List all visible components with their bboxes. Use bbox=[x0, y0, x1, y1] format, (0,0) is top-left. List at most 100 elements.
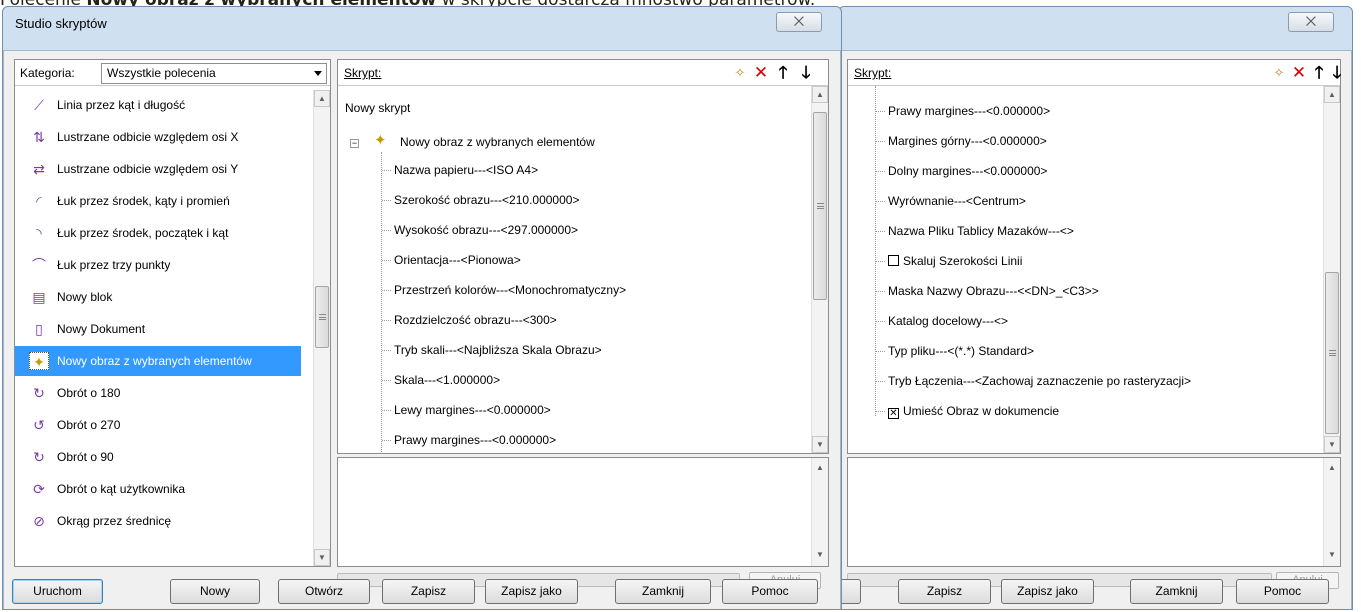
tree-branch-line bbox=[382, 320, 391, 321]
command-item[interactable]: ↻ Obrót o 180 bbox=[15, 378, 301, 408]
script-param-row[interactable]: Nazwa Pliku Tablicy Mazaków---<> bbox=[888, 223, 1074, 239]
output-scrollbar[interactable]: ▲ ▼ bbox=[1323, 458, 1340, 566]
command-item[interactable]: ◜ Łuk przez środek, kąty i promień bbox=[15, 186, 301, 216]
script-param-row[interactable]: Orientacja---<Pionowa> bbox=[394, 252, 521, 268]
command-item[interactable]: ⇅ Lustrzane odbicie względem osi X bbox=[15, 122, 301, 152]
command-item[interactable]: ⇄ Lustrzane odbicie względem osi Y bbox=[15, 154, 301, 184]
move-up-icon[interactable]: 🡑 bbox=[1310, 64, 1328, 82]
script-param-row[interactable]: Nazwa papieru---<ISO A4> bbox=[394, 162, 538, 178]
tree-branch-line bbox=[876, 351, 885, 352]
new-document-icon: ▯ bbox=[35, 321, 43, 337]
script-param-row[interactable]: Typ pliku---<(*.*) Standard> bbox=[888, 343, 1034, 359]
collapse-toggle-icon[interactable]: − bbox=[350, 139, 359, 148]
command-item[interactable]: ▯ Nowy Dokument bbox=[15, 314, 301, 344]
script-param-row[interactable]: Lewy margines---<0.000000> bbox=[394, 402, 551, 418]
output-scroll-up[interactable]: ▲ bbox=[812, 460, 828, 477]
scroll-up-button[interactable]: ▲ bbox=[812, 86, 828, 103]
scroll-thumb[interactable] bbox=[813, 112, 827, 300]
save-button[interactable]: Zapisz bbox=[382, 579, 475, 604]
save-as-button[interactable]: Zapisz jako bbox=[1001, 579, 1094, 604]
command-item[interactable]: ⌒ Łuk przez trzy punkty bbox=[15, 250, 301, 280]
command-item[interactable]: ⟋ Linia przez kąt i długość bbox=[15, 90, 301, 120]
command-label: Linia przez kąt i długość bbox=[57, 98, 186, 112]
move-down-icon[interactable]: 🡓 bbox=[797, 64, 815, 82]
new-item-icon[interactable]: ✧ bbox=[1270, 64, 1288, 82]
script-label: Skrypt: bbox=[344, 66, 382, 80]
script-param-row[interactable]: Wyrównanie---<Centrum> bbox=[888, 193, 1026, 209]
command-item[interactable]: ▤ Nowy blok bbox=[15, 282, 301, 312]
scroll-thumb[interactable] bbox=[1325, 272, 1339, 434]
output-scroll-down[interactable]: ▼ bbox=[1324, 547, 1340, 564]
category-dropdown[interactable]: Wszystkie polecenia bbox=[101, 63, 327, 84]
command-item[interactable]: ✦ Nowy obraz z wybranych elementów bbox=[15, 346, 301, 376]
script-param-text: Umieść Obraz w dokumencie bbox=[903, 404, 1060, 418]
command-item[interactable]: ⟳ Obrót o kąt użytkownika bbox=[15, 474, 301, 504]
script-param-row[interactable]: Wysokość obrazu---<297.000000> bbox=[394, 222, 578, 238]
scroll-thumb[interactable] bbox=[315, 286, 329, 348]
command-item[interactable]: ⊘ Okrąg przez średnicę bbox=[15, 506, 301, 536]
output-scroll-down[interactable]: ▼ bbox=[812, 547, 828, 564]
tree-branch-line bbox=[876, 111, 885, 112]
script-param-row[interactable]: Tryb Łączenia---<Zachowaj zaznaczenie po… bbox=[888, 373, 1191, 389]
vertical-scrollbar[interactable]: ▲ ▼ bbox=[811, 86, 828, 453]
mirror-y-icon: ⇄ bbox=[33, 161, 45, 177]
save-button[interactable]: Zapisz bbox=[898, 579, 991, 604]
checkbox-unchecked[interactable] bbox=[888, 255, 899, 266]
scroll-down-button[interactable]: ▼ bbox=[1324, 436, 1340, 453]
move-down-icon[interactable]: 🡓 bbox=[1328, 64, 1346, 82]
script-param-row[interactable]: Rozdzielczość obrazu---<300> bbox=[394, 312, 557, 328]
tree-branch-line bbox=[382, 290, 391, 291]
scroll-down-button[interactable]: ▼ bbox=[812, 436, 828, 453]
output-panel: ▲ ▼ bbox=[847, 457, 1341, 567]
commands-panel: Kategoria: Wszystkie polecenia ⟋ Linia pr… bbox=[14, 59, 331, 567]
close-window-button[interactable]: ⨉ bbox=[1288, 12, 1334, 32]
open-button[interactable]: Otwórz bbox=[278, 579, 370, 604]
close-button[interactable]: Zamknij bbox=[1130, 579, 1223, 604]
vertical-scrollbar[interactable]: ▲ ▼ bbox=[1323, 86, 1340, 453]
script-param-row[interactable]: Prawy margines---<0.000000> bbox=[888, 103, 1050, 119]
script-param-text: Maska Nazwy Obrazu---<<DN>_<C3>> bbox=[888, 284, 1099, 298]
new-image-icon: ✦ bbox=[29, 352, 49, 370]
command-item[interactable]: ◝ Łuk przez środek, początek i kąt bbox=[15, 218, 301, 248]
script-param-row[interactable]: Katalog docelowy---<> bbox=[888, 313, 1008, 329]
scroll-down-button[interactable]: ▼ bbox=[314, 549, 330, 566]
scroll-up-button[interactable]: ▲ bbox=[1324, 86, 1340, 103]
command-item[interactable]: ↺ Obrót o 270 bbox=[15, 410, 301, 440]
run-button[interactable]: Uruchom bbox=[12, 579, 103, 604]
script-param-row[interactable]: Maska Nazwy Obrazu---<<DN>_<C3>> bbox=[888, 283, 1099, 299]
help-button[interactable]: Pomoc bbox=[1236, 579, 1329, 604]
delete-icon[interactable]: ✕ bbox=[1290, 64, 1308, 82]
output-scrollbar[interactable]: ▲ ▼ bbox=[811, 458, 828, 566]
close-button[interactable]: Zamknij bbox=[615, 579, 711, 604]
tree-line bbox=[875, 86, 876, 416]
script-root-node[interactable]: Nowy skrypt bbox=[345, 100, 410, 116]
close-window-button[interactable]: ⨉ bbox=[776, 12, 822, 32]
new-item-icon[interactable]: ✧ bbox=[731, 64, 749, 82]
script-param-row[interactable]: Przestrzeń kolorów---<Monochromatyczny> bbox=[394, 282, 626, 298]
delete-icon[interactable]: ✕ bbox=[752, 64, 770, 82]
category-value: Wszystkie polecenia bbox=[107, 66, 216, 80]
script-param-row[interactable]: Skala---<1.000000> bbox=[394, 372, 500, 388]
new-button[interactable]: Nowy bbox=[170, 579, 260, 604]
script-param-row[interactable]: Prawy margines---<0.000000> bbox=[394, 432, 556, 448]
move-up-icon[interactable]: 🡑 bbox=[774, 64, 792, 82]
script-param-row[interactable]: Tryb skali---<Najbliższa Skala Obrazu> bbox=[394, 342, 602, 358]
script-param-row[interactable]: Szerokość obrazu---<210.000000> bbox=[394, 192, 579, 208]
script-param-checkbox-row[interactable]: Skaluj Szerokości Linii bbox=[888, 253, 1022, 269]
script-tree-panel: Skrypt: ✧ ✕ 🡑 🡓 Prawy margines---<0.0000… bbox=[847, 59, 1341, 454]
tree-branch-line bbox=[876, 171, 885, 172]
script-param-row[interactable]: Dolny margines---<0.000000> bbox=[888, 163, 1047, 179]
script-param-text: Nazwa Pliku Tablicy Mazaków---<> bbox=[888, 224, 1074, 238]
output-scroll-up[interactable]: ▲ bbox=[1324, 460, 1340, 477]
scroll-up-button[interactable]: ▲ bbox=[314, 90, 330, 107]
command-item[interactable]: ↻ Obrót o 90 bbox=[15, 442, 301, 472]
commands-scrollbar[interactable]: ▲ ▼ bbox=[313, 90, 330, 566]
new-block-icon: ▤ bbox=[32, 289, 46, 305]
script-param-checkbox-row[interactable]: ✕ Umieść Obraz w dokumencie bbox=[888, 403, 1059, 419]
save-as-button[interactable]: Zapisz jako bbox=[485, 579, 578, 604]
help-button[interactable]: Pomoc bbox=[722, 579, 818, 604]
script-command-node[interactable]: Nowy obraz z wybranych elementów bbox=[400, 134, 595, 150]
checkbox-checked[interactable]: ✕ bbox=[888, 408, 899, 419]
category-label: Kategoria: bbox=[20, 66, 75, 80]
script-param-row[interactable]: Margines górny---<0.000000> bbox=[888, 133, 1047, 149]
